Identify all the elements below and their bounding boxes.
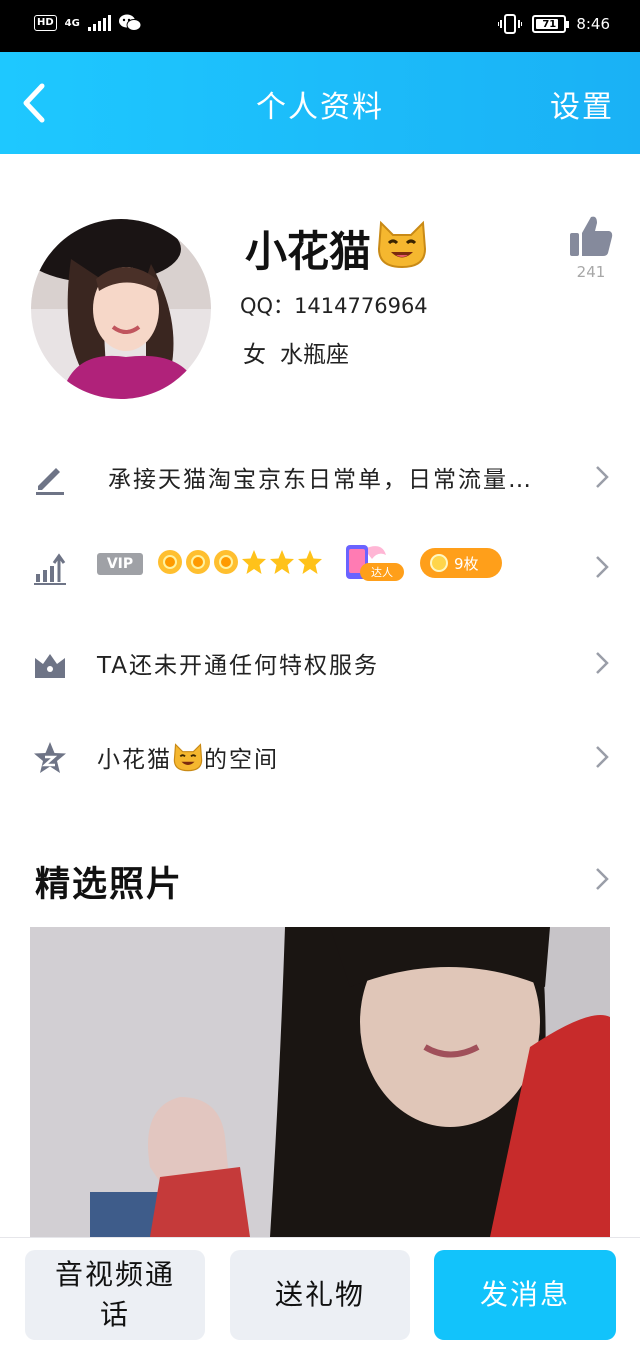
star-badge-icon [270,550,294,574]
chevron-right-icon[interactable] [594,866,610,892]
cat-emoji-icon [375,219,429,279]
network-type: 4G [64,17,80,29]
sun-badge-icon [158,550,182,574]
send-gift-button[interactable]: 送礼物 [230,1250,410,1340]
coin-count: 9枚 [454,554,479,573]
status-bar: HD 4G 71 8:46 [0,0,640,52]
qzone-star-icon [34,742,66,773]
signature-text: 承接天猫淘宝京东日常单，日常流量… [108,467,533,493]
chevron-right-icon [596,466,609,488]
vibrate-icon [498,14,523,34]
sun-badge-icon [186,550,210,574]
page-title: 个人资料 [256,90,384,125]
bottom-action-bar: 音视频通话 送礼物 发消息 [0,1237,640,1351]
signal-icon [87,15,111,31]
sun-badge-icon [214,550,238,574]
edit-pencil-icon [36,468,64,495]
privilege-row[interactable]: TA还未开通任何特权服务 [0,622,640,702]
coin-icon [430,554,448,572]
like-count: 241 [576,263,606,281]
hd-badge: HD [34,15,57,31]
star-badge-icon [298,550,322,574]
vip-level-row[interactable]: VIP 达人 9枚 [0,526,640,606]
level-chart-icon [34,553,66,585]
battery-indicator: 71 [532,15,570,33]
qq-number: QQ：1414776964 [240,294,428,318]
coin-badge: 9枚 [420,548,502,578]
settings-button[interactable]: 设置 [550,82,614,126]
svg-text:达人: 达人 [371,566,393,579]
featured-photo[interactable] [30,927,610,1237]
featured-photos-title: 精选照片 [35,865,184,905]
chevron-right-icon [596,746,609,768]
level-badges [157,549,323,575]
profile-name: 小花猫 [245,218,429,279]
gender-label: 女 [243,342,266,368]
wechat-icon [118,14,141,31]
gender-zodiac: 女 水瓶座 [243,335,349,369]
chevron-right-icon [596,652,609,674]
avatar[interactable] [31,219,211,399]
cat-emoji-icon [173,743,203,772]
send-message-button[interactable]: 发消息 [434,1250,616,1340]
vip-tag: VIP [97,553,143,575]
qzone-text: 小花猫 的空间 [97,740,279,774]
clock: 8:46 [576,15,610,33]
video-call-button[interactable]: 音视频通话 [25,1250,205,1340]
star-badge-icon [242,550,266,574]
daren-badge: 达人 [334,541,406,585]
privilege-text: TA还未开通任何特权服务 [97,653,379,679]
app-header: 个人资料 设置 [0,52,640,154]
signature-row[interactable]: 承接天猫淘宝京东日常单，日常流量… [0,436,640,516]
crown-icon [35,654,65,678]
like-button[interactable]: 241 [568,215,614,281]
thumbs-up-icon [570,216,613,256]
chevron-right-icon [596,556,609,578]
qzone-row[interactable]: 小花猫 的空间 [0,716,640,796]
zodiac-label: 水瓶座 [280,342,349,368]
